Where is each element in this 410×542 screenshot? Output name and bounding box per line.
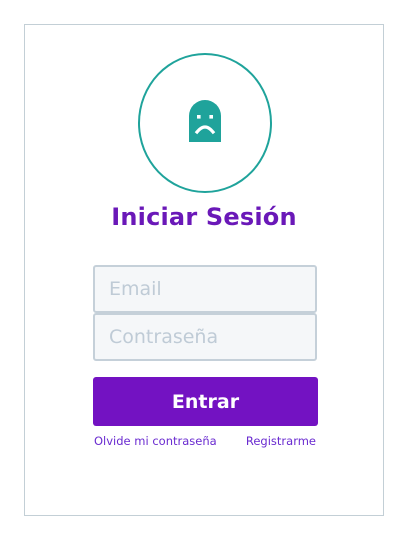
avatar-circle: [138, 53, 272, 193]
sad-ghost-icon: [186, 100, 224, 146]
page-title: Iniciar Sesión: [111, 203, 297, 231]
submit-button[interactable]: Entrar: [93, 377, 318, 426]
email-field[interactable]: [93, 265, 317, 313]
register-link[interactable]: Registrarme: [246, 434, 316, 448]
forgot-password-link[interactable]: Olvide mi contraseña: [94, 434, 217, 448]
password-field[interactable]: [93, 313, 317, 361]
login-card: Iniciar Sesión Entrar Olvide mi contrase…: [24, 24, 384, 516]
